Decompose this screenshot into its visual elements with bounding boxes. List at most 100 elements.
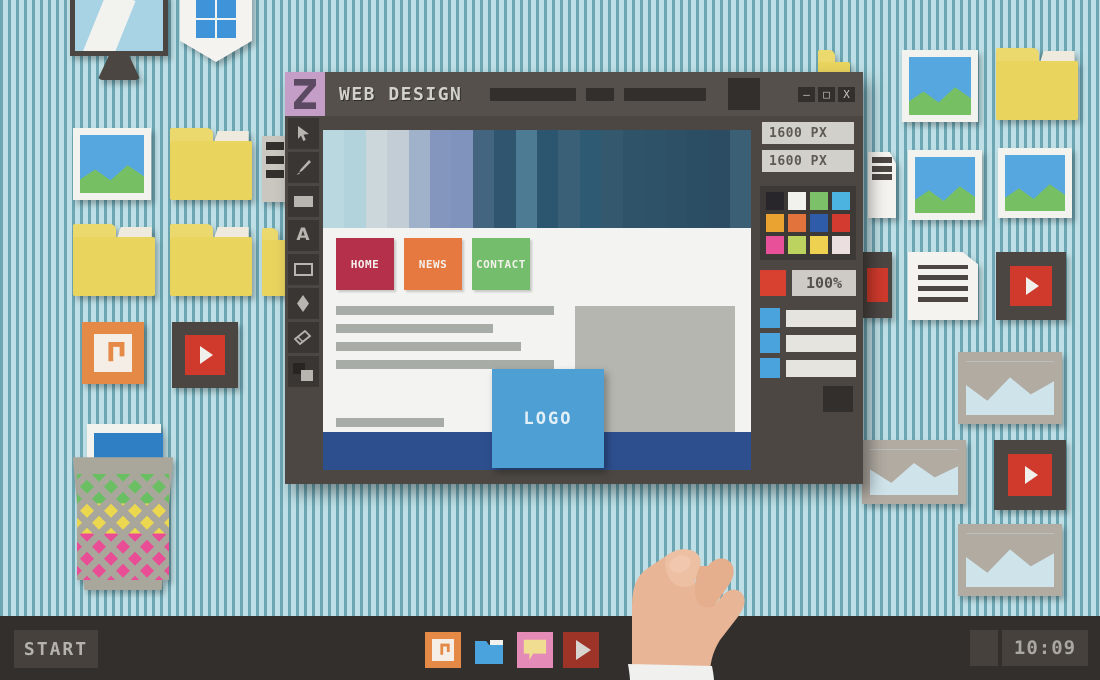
layer-row[interactable]	[760, 308, 856, 328]
layer-thumbnail	[760, 333, 780, 353]
menu-slot-3[interactable]	[624, 87, 707, 101]
folder-icon[interactable]	[170, 224, 252, 296]
tool-rail[interactable]: A	[285, 116, 321, 484]
color-swatch[interactable]	[810, 236, 828, 254]
folder-icon[interactable]	[73, 224, 155, 296]
folder-icon[interactable]	[170, 128, 252, 200]
video-file-icon[interactable]	[996, 252, 1066, 320]
color-swatch[interactable]	[788, 214, 806, 232]
taskbar-icons[interactable]	[425, 632, 599, 668]
nav-label: CONTACT	[476, 257, 526, 271]
eraser-icon	[294, 329, 312, 345]
banner-tile	[472, 130, 495, 228]
folder-icon	[475, 640, 503, 664]
maximize-button[interactable]: □	[818, 86, 835, 102]
nav-button-home[interactable]: HOME	[336, 238, 394, 290]
properties-panel[interactable]: 1600 PX 1600 PX 100%	[753, 116, 863, 484]
banner-tile	[579, 130, 602, 228]
landscape-image-icon[interactable]	[862, 440, 966, 504]
active-color-swatch[interactable]	[760, 270, 786, 296]
zoom-level-value[interactable]: 100%	[792, 270, 856, 296]
start-button[interactable]: START	[14, 630, 98, 668]
color-swatch[interactable]	[810, 214, 828, 232]
close-button[interactable]: X	[838, 86, 855, 102]
shield-window-icon[interactable]	[180, 0, 252, 62]
image-file-icon[interactable]	[998, 148, 1072, 218]
diamond-icon	[297, 295, 309, 312]
eraser-tool[interactable]	[287, 322, 319, 353]
shape-tool[interactable]	[287, 288, 319, 319]
text-tool[interactable]: A	[287, 220, 319, 251]
color-swatch[interactable]	[832, 236, 850, 254]
banner-tile	[601, 130, 623, 228]
zoom-row[interactable]: 100%	[760, 270, 856, 296]
document-file-icon[interactable]	[908, 252, 978, 320]
landscape-image-icon[interactable]	[958, 352, 1062, 424]
fill-rectangle-tool[interactable]	[287, 186, 319, 217]
music-taskbar-icon[interactable]	[425, 632, 461, 668]
minimize-button[interactable]: —	[798, 86, 815, 102]
image-file-icon[interactable]	[73, 128, 151, 200]
brush-tool[interactable]	[287, 152, 319, 183]
layer-name-field[interactable]	[786, 359, 856, 377]
chat-taskbar-icon[interactable]	[517, 632, 553, 668]
color-swatch[interactable]	[788, 236, 806, 254]
height-field[interactable]: 1600 PX	[762, 150, 854, 172]
menu-square-button[interactable]	[728, 78, 761, 110]
cursor-tool[interactable]	[287, 118, 319, 149]
layer-row[interactable]	[760, 333, 856, 353]
page-text-placeholder	[336, 306, 554, 378]
filled-rectangle-icon	[293, 196, 313, 207]
rectangle-tool[interactable]	[287, 254, 319, 285]
music-file-icon[interactable]	[82, 322, 144, 384]
layer-name-field[interactable]	[786, 334, 856, 352]
system-tray[interactable]: 10:09	[970, 630, 1088, 666]
video-file-icon[interactable]	[172, 322, 238, 388]
layer-name-field[interactable]	[786, 309, 856, 327]
banner-tile	[451, 130, 473, 228]
page-nav-buttons[interactable]: HOME NEWS CONTACT	[336, 238, 530, 290]
panel-action-button[interactable]	[823, 386, 853, 412]
color-swatch[interactable]	[832, 214, 850, 232]
color-swatch[interactable]	[832, 192, 850, 210]
color-swatch[interactable]	[788, 192, 806, 210]
folder-icon[interactable]	[996, 48, 1078, 120]
banner-tile	[665, 130, 687, 228]
color-swatch-icon	[293, 362, 313, 381]
color-swatch-grid[interactable]	[760, 186, 856, 260]
title-bar-menu-slots[interactable]	[490, 78, 798, 110]
video-file-icon[interactable]	[994, 440, 1066, 510]
color-picker-tool[interactable]	[287, 356, 319, 387]
banner-tile	[408, 130, 431, 228]
landscape-image-icon[interactable]	[958, 524, 1062, 596]
width-field[interactable]: 1600 PX	[762, 122, 854, 144]
menu-slot-2[interactable]	[586, 87, 615, 101]
recycle-bin-icon[interactable]	[66, 424, 180, 590]
banner-tile	[323, 130, 345, 228]
rectangle-outline-icon	[293, 263, 313, 276]
video-file-icon[interactable]	[862, 252, 892, 318]
chat-bubble-icon	[523, 639, 547, 661]
image-file-icon[interactable]	[902, 50, 978, 122]
color-swatch[interactable]	[810, 192, 828, 210]
nav-button-news[interactable]: NEWS	[404, 238, 462, 290]
layer-row[interactable]	[760, 358, 856, 378]
folder-taskbar-icon[interactable]	[471, 632, 507, 668]
window-controls[interactable]: — □ X	[798, 86, 855, 102]
taskbar[interactable]: START 10:09	[0, 616, 1100, 680]
cursor-icon	[297, 126, 309, 141]
color-swatch[interactable]	[766, 192, 784, 210]
window-title-bar[interactable]: WEB DESIGN — □ X	[285, 72, 863, 116]
color-swatch[interactable]	[766, 214, 784, 232]
tray-button[interactable]	[970, 630, 998, 666]
layers-list[interactable]	[760, 308, 856, 378]
color-swatch[interactable]	[766, 236, 784, 254]
page-text-placeholder-short	[336, 418, 444, 427]
logo-card-label: LOGO	[523, 408, 573, 429]
monitor-icon[interactable]	[70, 0, 168, 80]
document-file-icon[interactable]	[868, 152, 896, 218]
image-file-icon[interactable]	[908, 150, 982, 220]
menu-slot-1[interactable]	[490, 87, 577, 101]
banner-tile	[344, 130, 366, 228]
nav-button-contact[interactable]: CONTACT	[472, 238, 530, 290]
